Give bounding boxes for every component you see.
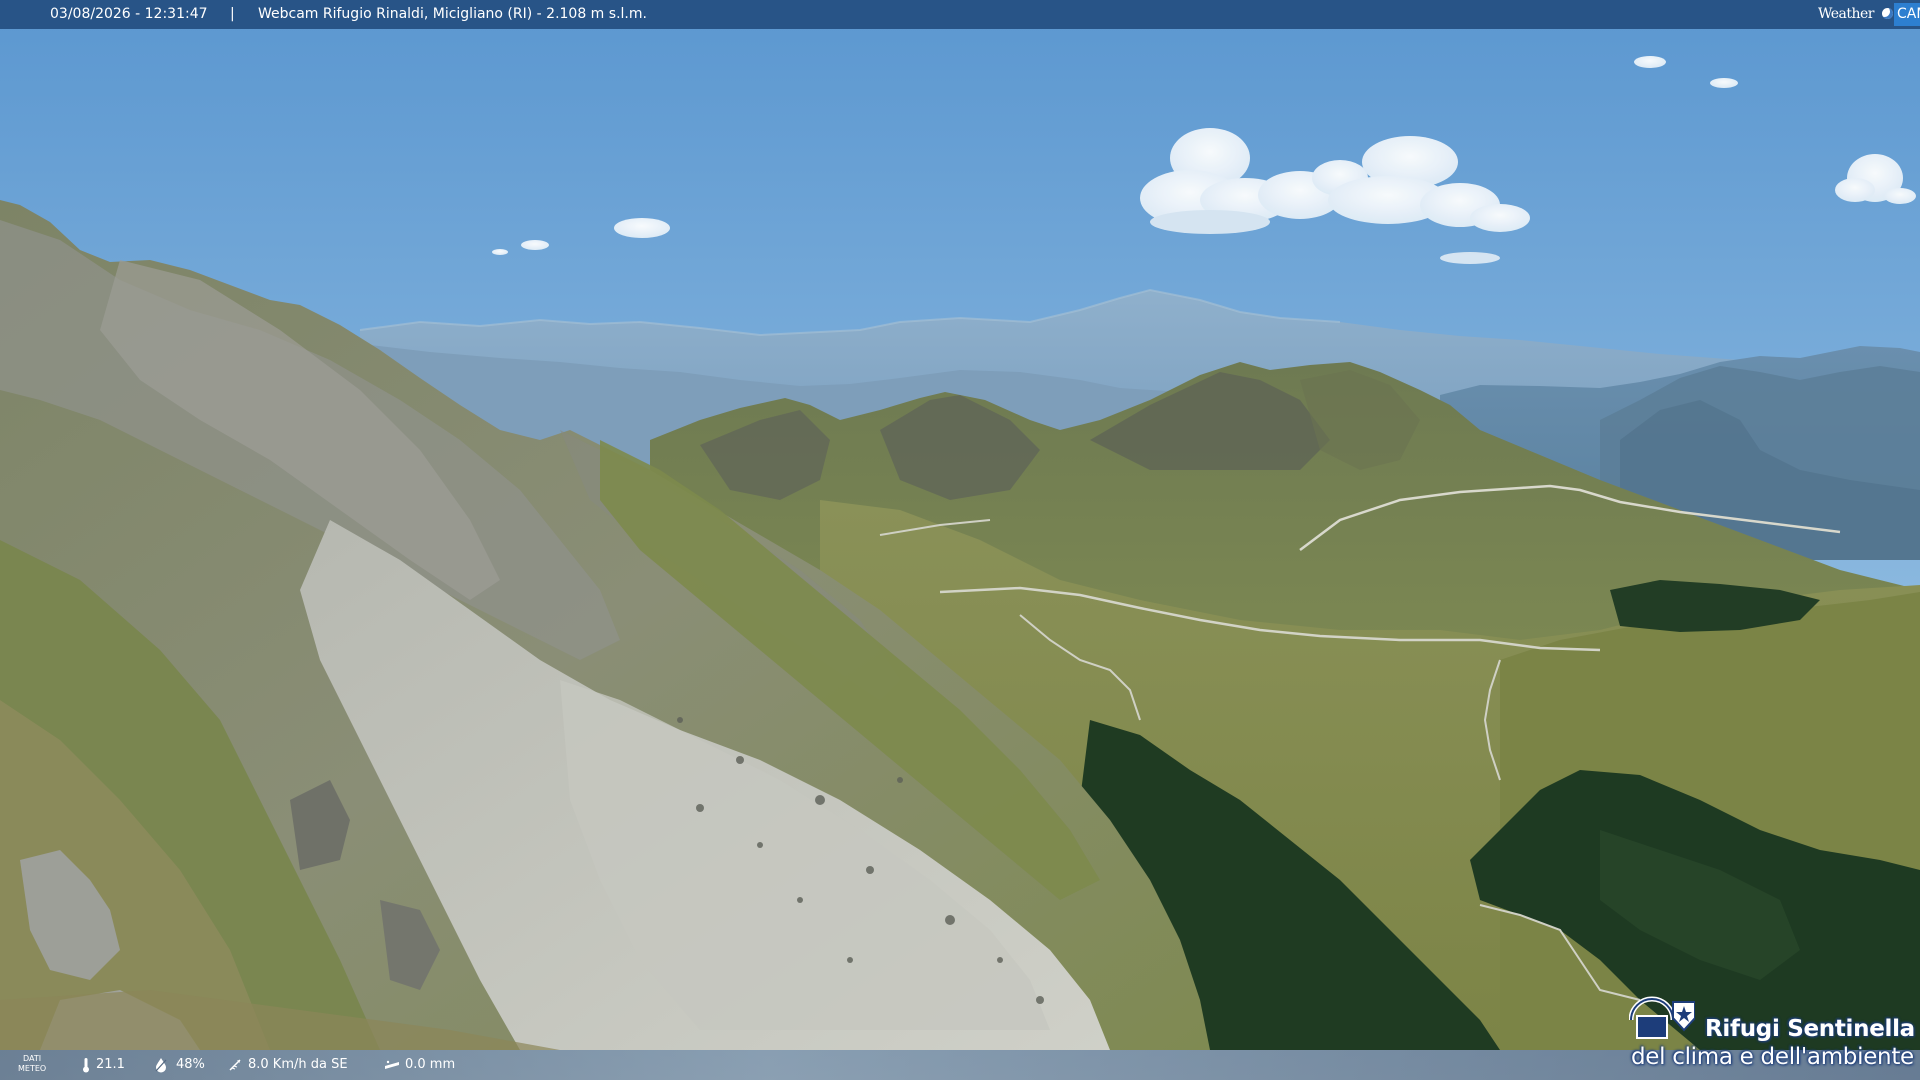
webcam-title: Webcam Rifugio Rinaldi, Micigliano (RI) … xyxy=(258,6,647,22)
temperature-value: 21.1 xyxy=(96,1057,125,1072)
rain-value: 0.0 mm xyxy=(405,1057,456,1072)
rain-icon xyxy=(385,1060,399,1069)
weathercam-logo: Weather CAM xyxy=(1810,0,1920,29)
logo-title: Rifugi Sentinella xyxy=(1705,1016,1915,1042)
brand-weather-text: Weather xyxy=(1818,6,1875,22)
weather-data-label: DATI METEO xyxy=(18,1054,47,1073)
separator: | xyxy=(230,6,235,22)
cai-emblem-icon xyxy=(1629,996,1695,1039)
mountain-landscape-photo xyxy=(0,0,1920,1080)
brand-cam-text: CAM xyxy=(1894,3,1920,26)
thermometer-icon xyxy=(83,1058,89,1073)
rifugi-sentinella-logo: Rifugi Sentinella del clima e dell'ambie… xyxy=(1625,996,1915,1076)
webcam-frame: 03/08/2026 - 12:31:47 | Webcam Rifugio R… xyxy=(0,0,1920,1080)
globe-icon xyxy=(1882,8,1893,19)
humidity-icon xyxy=(155,1058,167,1073)
wind-icon xyxy=(229,1059,241,1071)
humidity-value: 48% xyxy=(176,1057,205,1072)
capture-datetime: 03/08/2026 - 12:31:47 xyxy=(50,6,208,22)
logo-subtitle: del clima e dell'ambiente xyxy=(1631,1044,1914,1070)
wind-value: 8.0 Km/h da SE xyxy=(248,1057,348,1072)
webcam-info-bar: 03/08/2026 - 12:31:47 | Webcam Rifugio R… xyxy=(0,0,1920,29)
